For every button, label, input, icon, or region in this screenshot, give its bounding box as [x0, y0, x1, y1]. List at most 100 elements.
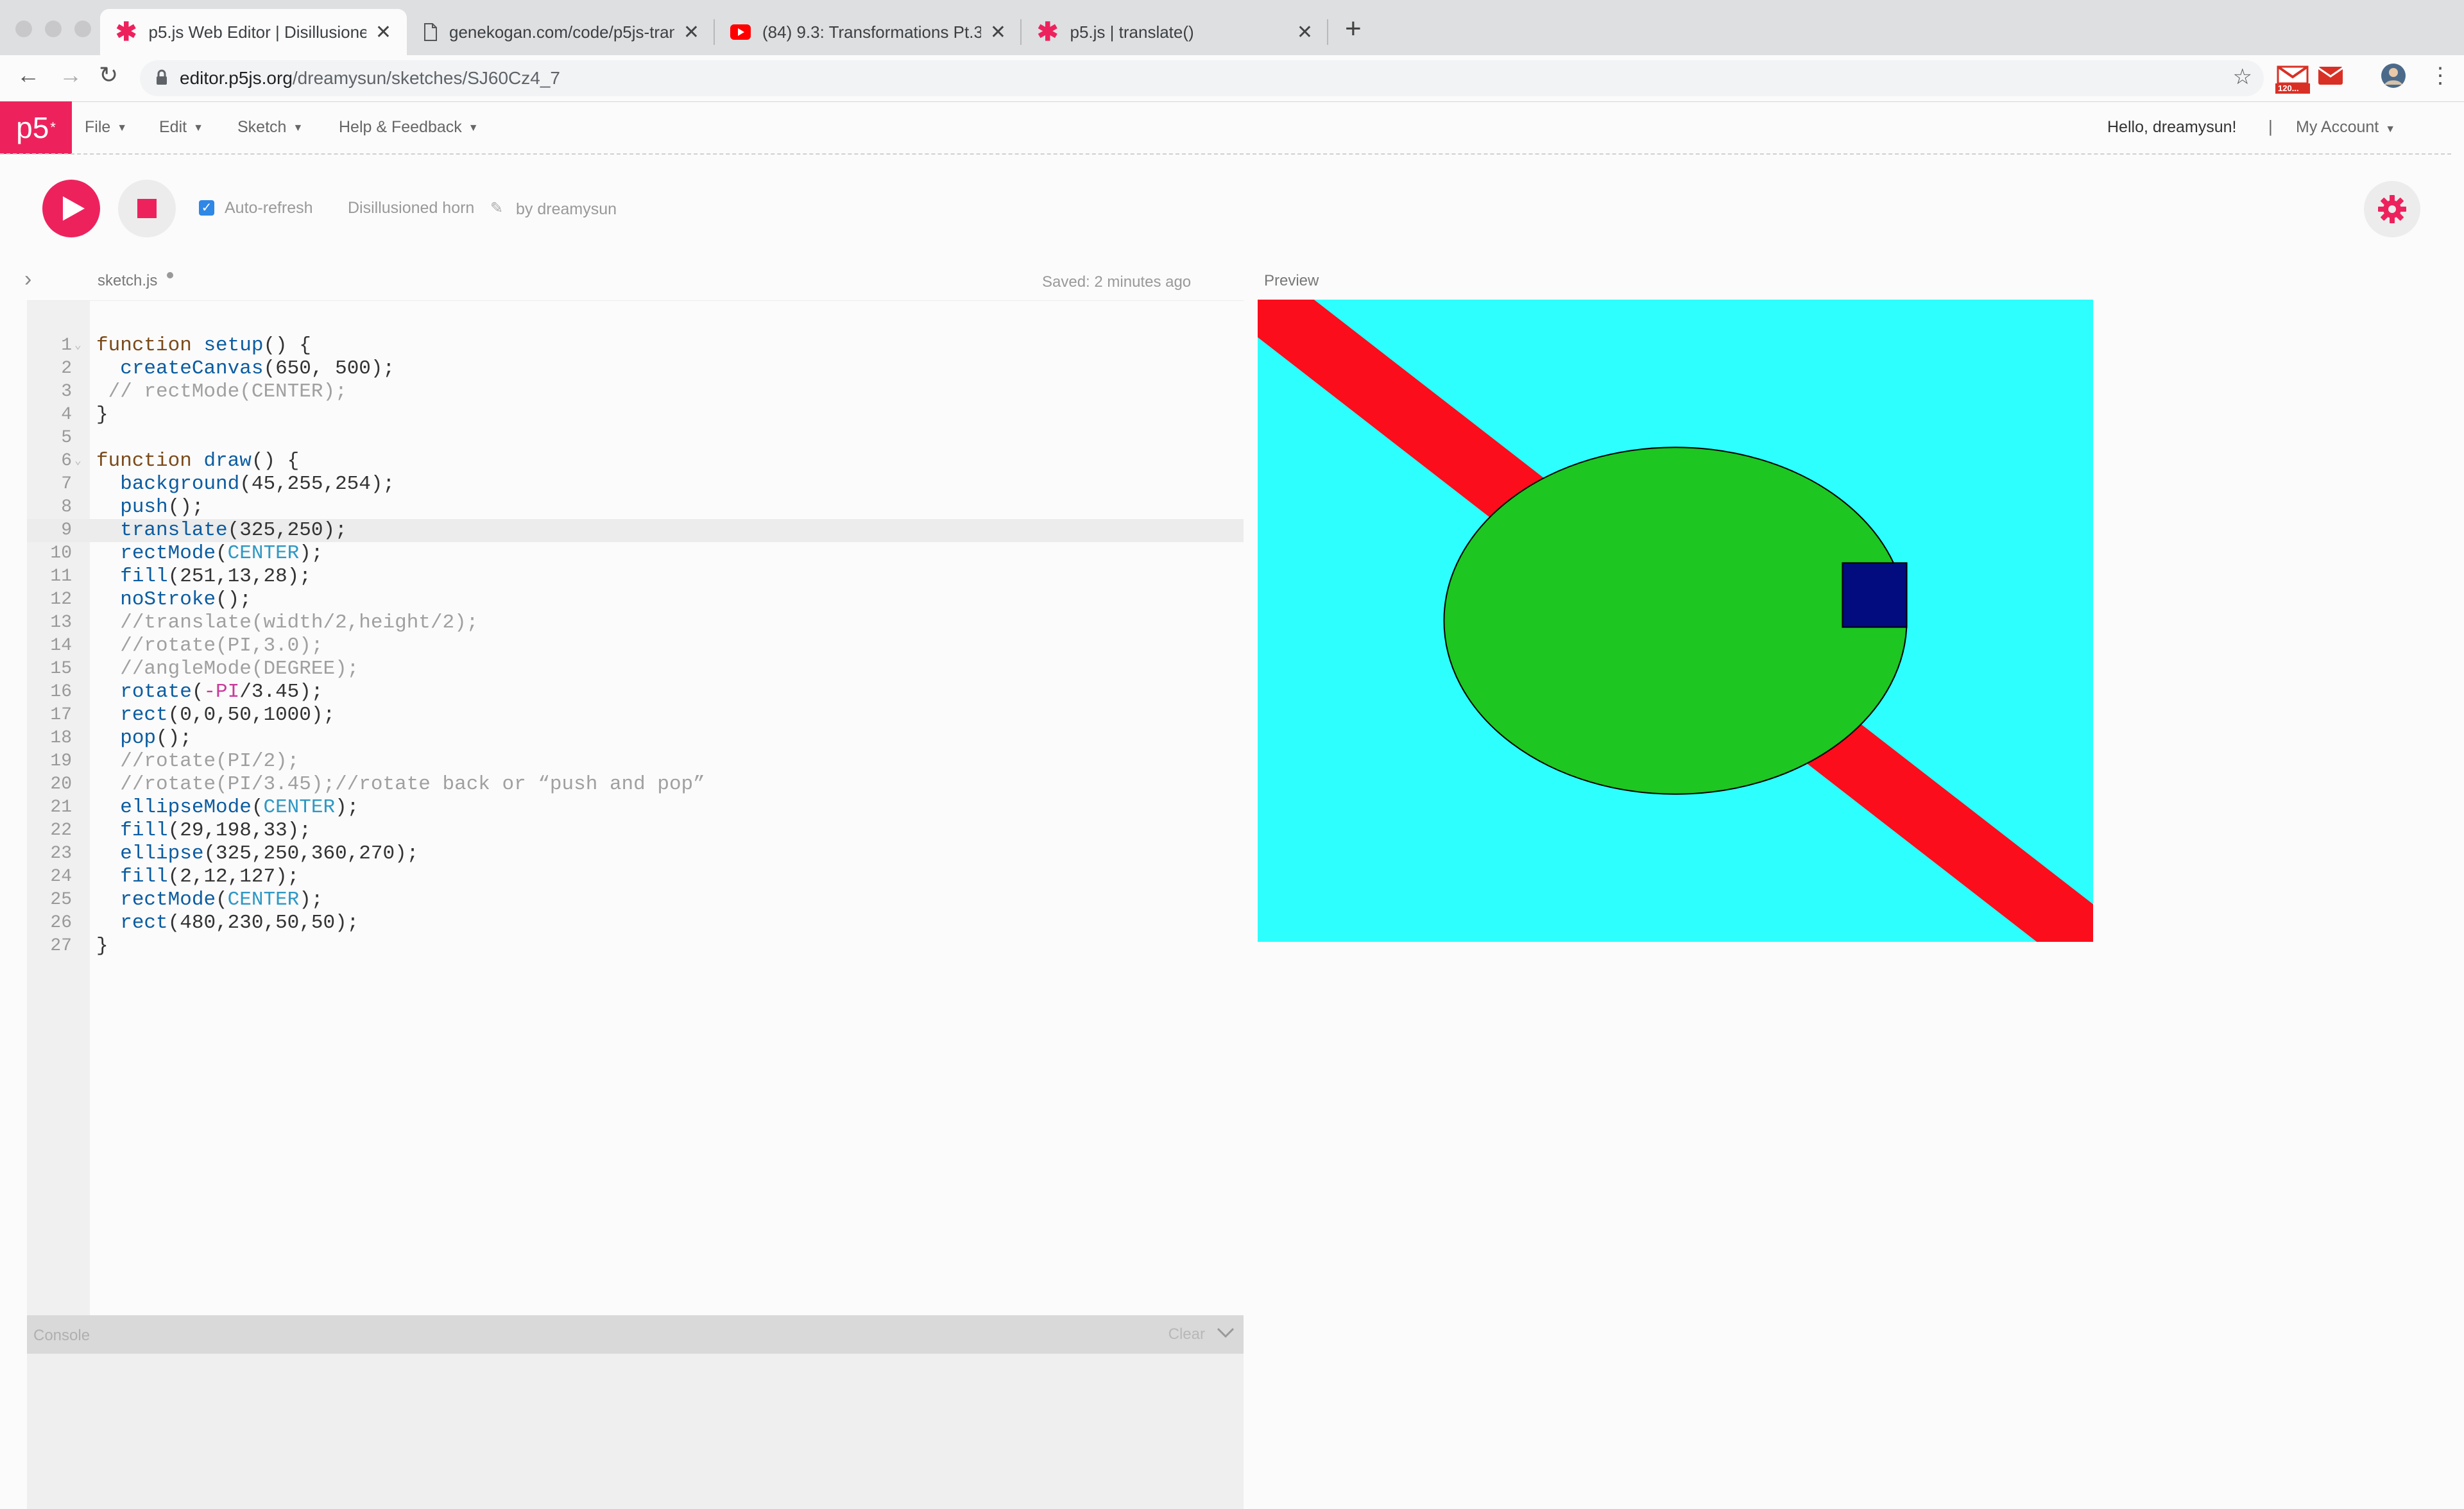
tab-title: p5.js Web Editor | Disillusioned horn [148, 22, 366, 42]
window-minimize-control[interactable] [45, 21, 62, 37]
code-line[interactable]: 10 rectMode(CENTER); [27, 542, 1244, 565]
code-line[interactable]: 18 pop(); [27, 727, 1244, 750]
chevron-down-icon: ▼ [293, 123, 304, 133]
code-line[interactable]: 12 noStroke(); [27, 588, 1244, 611]
window-zoom-control[interactable] [74, 21, 91, 37]
line-number: 7 [61, 474, 72, 494]
browser-tab[interactable]: (84) 9.3: Transformations Pt.3 ✕ [715, 9, 1022, 55]
console-header: Console Clear [27, 1315, 1244, 1354]
close-icon[interactable]: ✕ [1297, 21, 1313, 44]
profile-avatar[interactable] [2381, 63, 2406, 92]
line-number: 23 [50, 844, 72, 864]
console-title: Console [33, 1327, 90, 1344]
stop-button[interactable] [118, 180, 176, 237]
code-line[interactable]: 5 [27, 427, 1244, 450]
code-line[interactable]: 17 rect(0,0,50,1000); [27, 704, 1244, 727]
line-number: 10 [50, 543, 72, 563]
bookmark-star-icon[interactable]: ☆ [2233, 64, 2252, 90]
code-line[interactable]: 6 ⌄ function draw() { [27, 450, 1244, 473]
code-line[interactable]: 21 ellipseMode(CENTER); [27, 796, 1244, 819]
line-number: 16 [50, 682, 72, 702]
forward-arrow-icon[interactable]: → [59, 62, 82, 89]
line-code: noStroke(); [120, 588, 252, 611]
line-number: 17 [50, 705, 72, 725]
browser-menu-icon[interactable]: ⋮ [2429, 63, 2451, 89]
code-line[interactable]: 20 //rotate(PI/3.45);//rotate back or “p… [27, 773, 1244, 796]
menu-file[interactable]: File ▼ [85, 118, 127, 137]
close-icon[interactable]: ✕ [375, 21, 391, 44]
line-number: 4 [61, 405, 72, 425]
browser-tab[interactable]: ✱ p5.js | translate() ✕ [1022, 9, 1328, 55]
code-line[interactable]: 15 //angleMode(DEGREE); [27, 658, 1244, 681]
menu-edit[interactable]: Edit ▼ [159, 118, 203, 137]
play-button[interactable] [42, 180, 100, 237]
menu-help[interactable]: Help & Feedback ▼ [339, 118, 479, 137]
close-icon[interactable]: ✕ [683, 21, 699, 44]
url-host: editor.p5js.org [180, 68, 293, 88]
fold-chevron-icon[interactable]: ⌄ [74, 450, 81, 473]
line-number: 24 [50, 867, 72, 887]
code-line[interactable]: 22 fill(29,198,33); [27, 819, 1244, 842]
code-line[interactable]: 26 rect(480,230,50,50); [27, 912, 1244, 935]
back-arrow-icon[interactable]: ← [17, 62, 40, 89]
file-tab[interactable]: sketch.js [98, 272, 157, 290]
auto-refresh-checkbox[interactable]: ✓ [199, 200, 214, 216]
line-number: 25 [50, 890, 72, 910]
code-line[interactable]: 23 ellipse(325,250,360,270); [27, 842, 1244, 865]
header-divider [0, 153, 2451, 155]
code-line[interactable]: 1 ⌄ function setup() { [27, 334, 1244, 357]
code-editor[interactable]: 1 ⌄ function setup() {2 createCanvas(650, … [27, 300, 1244, 1316]
p5-logo[interactable]: p5 * [0, 101, 72, 154]
avatar-icon [2381, 64, 2406, 88]
line-code: pop(); [120, 727, 192, 749]
code-line[interactable]: 4} [27, 404, 1244, 427]
fold-chevron-icon[interactable]: ⌄ [74, 334, 81, 357]
chevron-down-icon: ▼ [117, 123, 128, 133]
browser-tab[interactable]: genekogan.com/code/p5js-transformations … [408, 9, 715, 55]
sketch-name[interactable]: Disillusioned horn [348, 199, 474, 217]
address-bar[interactable]: editor.p5js.org/dreamysun/sketches/SJ60C… [140, 60, 2264, 96]
code-line[interactable]: 25 rectMode(CENTER); [27, 889, 1244, 912]
my-account-menu[interactable]: My Account ▼ [2296, 118, 2395, 137]
code-line[interactable]: 14 //rotate(PI,3.0); [27, 635, 1244, 658]
tab-separator [1327, 19, 1328, 45]
pencil-icon[interactable]: ✎ [490, 199, 503, 217]
code-line[interactable]: 7 background(45,255,254); [27, 473, 1244, 496]
line-code: rectMode(CENTER); [120, 889, 323, 911]
code-line[interactable]: 24 fill(2,12,127); [27, 865, 1244, 889]
code-line[interactable]: 9 translate(325,250); [27, 519, 1244, 542]
menu-sketch[interactable]: Sketch ▼ [237, 118, 303, 137]
line-code: //rotate(PI/2); [120, 750, 300, 772]
line-code: //rotate(PI,3.0); [120, 635, 323, 657]
preview-canvas[interactable] [1258, 300, 2093, 942]
close-icon[interactable]: ✕ [990, 21, 1006, 44]
chevron-down-icon[interactable] [1217, 1327, 1235, 1340]
code-line[interactable]: 19 //rotate(PI/2); [27, 750, 1244, 773]
code-line[interactable]: 3 // rectMode(CENTER); [27, 380, 1244, 404]
console-clear-button[interactable]: Clear [1168, 1326, 1205, 1343]
sketch-owner: by dreamysun [516, 200, 617, 218]
line-number: 12 [50, 590, 72, 610]
code-line[interactable]: 2 createCanvas(650, 500); [27, 357, 1244, 380]
line-code: function draw() { [96, 450, 300, 472]
code-line[interactable]: 8 push(); [27, 496, 1244, 519]
new-tab-button[interactable]: + [1345, 13, 1362, 45]
browser-tab[interactable]: ✱ p5.js Web Editor | Disillusioned horn … [100, 9, 407, 55]
line-code: fill(2,12,127); [120, 865, 300, 888]
line-code: rotate(-PI/3.45); [120, 681, 323, 703]
gear-icon [2378, 195, 2406, 223]
gmail-notifier-extension[interactable]: 120... [2275, 64, 2310, 98]
chevron-right-icon[interactable]: › [24, 267, 31, 292]
code-line[interactable]: 16 rotate(-PI/3.45); [27, 681, 1244, 704]
code-line[interactable]: 27} [27, 935, 1244, 958]
mail-extension[interactable] [2318, 65, 2343, 89]
line-number: 20 [50, 774, 72, 794]
window-close-control[interactable] [15, 21, 32, 37]
line-code: function setup() { [96, 334, 311, 357]
reload-icon[interactable]: ↻ [99, 62, 118, 89]
line-code: //rotate(PI/3.45);//rotate back or “push… [120, 773, 705, 796]
code-line[interactable]: 13 //translate(width/2,height/2); [27, 611, 1244, 635]
line-number: 18 [50, 728, 72, 748]
settings-button[interactable] [2364, 181, 2420, 237]
code-line[interactable]: 11 fill(251,13,28); [27, 565, 1244, 588]
